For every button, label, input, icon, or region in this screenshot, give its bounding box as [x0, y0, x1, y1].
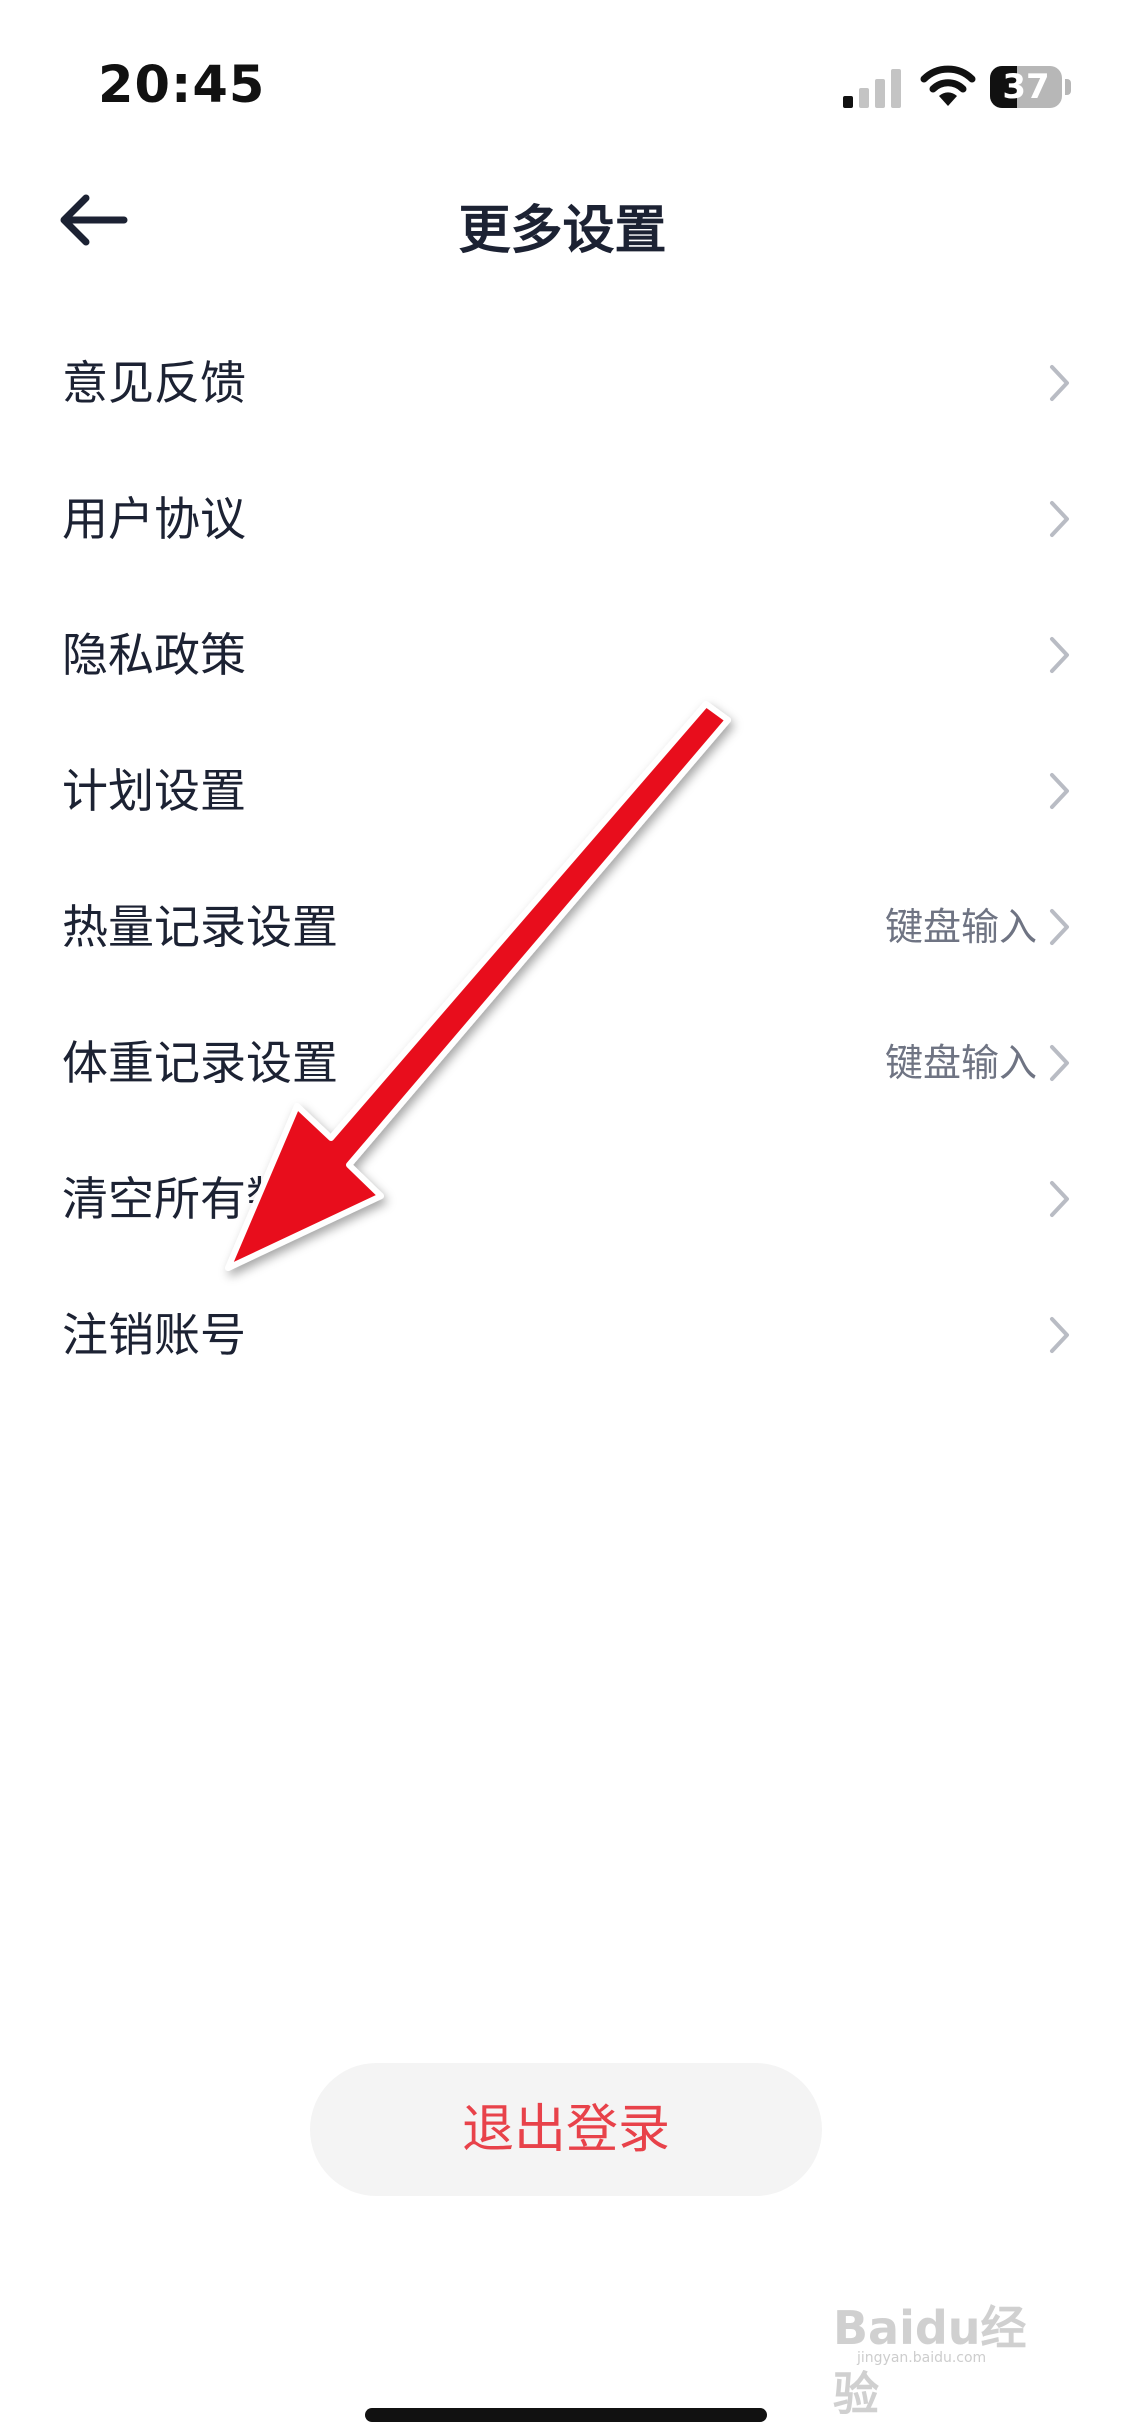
chevron-right-icon — [1050, 909, 1069, 945]
watermark-logo: Baidu经验 jingyan.baidu.com — [833, 2280, 1063, 2421]
chevron-right-icon — [1050, 1317, 1069, 1353]
settings-item-weight-record[interactable]: 体重记录设置 键盘输入 — [0, 995, 1125, 1131]
cellular-signal-icon — [843, 69, 901, 108]
chevron-right-icon — [1050, 501, 1069, 537]
settings-item-label: 清空所有数据 — [62, 1172, 338, 1226]
settings-item-label: 体重记录设置 — [62, 1036, 338, 1090]
wifi-icon — [920, 65, 976, 106]
settings-item-plan-settings[interactable]: 计划设置 — [0, 723, 1125, 859]
settings-item-calorie-record[interactable]: 热量记录设置 键盘输入 — [0, 859, 1125, 995]
settings-item-clear-data[interactable]: 清空所有数据 — [0, 1131, 1125, 1267]
status-time: 20:45 — [98, 56, 266, 115]
settings-item-label: 计划设置 — [62, 764, 246, 818]
logout-label: 退出登录 — [461, 2101, 670, 2159]
chevron-right-icon — [1050, 637, 1069, 673]
settings-item-value: 键盘输入 — [884, 1041, 1037, 1085]
nav-header: 更多设置 — [0, 170, 1125, 270]
logout-button[interactable]: 退出登录 — [310, 2063, 822, 2196]
watermark-url: jingyan.baidu.com — [857, 2350, 987, 2366]
settings-item-label: 热量记录设置 — [62, 900, 338, 954]
battery-icon: 37 — [990, 66, 1072, 110]
chevron-right-icon — [1050, 1045, 1069, 1081]
settings-item-value: 键盘输入 — [884, 905, 1037, 949]
settings-item-delete-account[interactable]: 注销账号 — [0, 1267, 1125, 1403]
home-indicator[interactable] — [365, 2408, 767, 2422]
chevron-right-icon — [1050, 1181, 1069, 1217]
settings-item-label: 注销账号 — [62, 1308, 246, 1362]
status-bar: 20:45 37 — [0, 0, 1125, 180]
chevron-right-icon — [1050, 773, 1069, 809]
settings-item-label: 意见反馈 — [62, 356, 246, 410]
settings-item-feedback[interactable]: 意见反馈 — [0, 315, 1125, 451]
settings-list: 意见反馈 用户协议 隐私政策 计划设置 热量记录设置 键盘输入 体重记录设置 键… — [0, 315, 1125, 1403]
chevron-right-icon — [1050, 365, 1069, 401]
battery-level: 37 — [1002, 67, 1050, 107]
settings-item-privacy-policy[interactable]: 隐私政策 — [0, 587, 1125, 723]
settings-item-label: 隐私政策 — [62, 628, 246, 682]
page-title: 更多设置 — [458, 201, 667, 261]
settings-item-label: 用户协议 — [62, 492, 246, 546]
settings-item-user-agreement[interactable]: 用户协议 — [0, 451, 1125, 587]
